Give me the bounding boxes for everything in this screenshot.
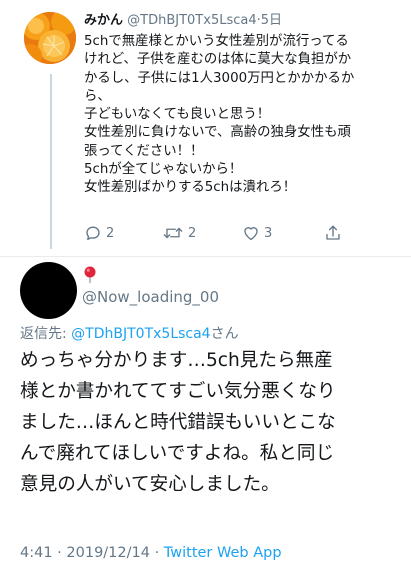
divider — [0, 256, 411, 257]
tweet-line: めっちゃ分かります…5ch見たら無産 — [20, 350, 333, 371]
tweet-line: 女性差別に負けないで、高齢の独身女性も頑 — [84, 125, 351, 141]
tweet-line: ました…ほんと時代錯誤もいいとこな — [20, 412, 336, 433]
tweet-line: 子どもいなくても良いと思う！ — [84, 107, 271, 123]
tweet-line: 張ってください！！ — [84, 143, 204, 159]
tweet-line: 5chが全てじゃないから！ — [84, 162, 243, 178]
reply-icon — [86, 226, 100, 241]
share-icon — [326, 225, 340, 240]
tweet-line: けれど、子供を産むのは体に莫大な負担がか — [84, 52, 352, 68]
reply-count: 2 — [106, 225, 115, 241]
display-name[interactable]: みかん — [84, 13, 123, 28]
reply-button[interactable]: 2 — [84, 222, 114, 244]
avatar-oranges-image — [24, 12, 76, 64]
tweet-timestamp[interactable]: 4:41 · 2019/12/14 · — [20, 545, 164, 561]
share-button[interactable] — [324, 222, 342, 244]
tweet-line: んで廃れてほしいですよね。私と同じ — [20, 443, 335, 464]
avatar[interactable] — [20, 262, 77, 319]
replying-to: 返信先: @TDhBJT0Tx5Lsca4さん — [20, 323, 239, 343]
pushpin-emoji-icon — [83, 266, 97, 284]
replying-suffix: さん — [210, 326, 239, 342]
tweet2-text: めっちゃ分かります…5ch見たら無産 様とか書かれててすごい気分悪くなり ました… — [20, 345, 400, 500]
tweet-line: ら、 — [84, 88, 111, 104]
tweet-line: かるし、子供には1人3000万円とかかかるか — [84, 70, 355, 86]
tweet-line: 様とか書かれててすごい気分悪くなり — [20, 381, 336, 402]
tweet1-header: みかん @TDhBJT0Tx5Lsca4·5日 — [84, 12, 282, 30]
replying-to-handle-link[interactable]: @TDhBJT0Tx5Lsca4 — [71, 326, 210, 342]
retweet-button[interactable]: 2 — [162, 222, 196, 244]
thread-line — [50, 74, 52, 249]
tweet1-actions: 2 2 3 — [84, 222, 354, 244]
tweet-line: 女性差別ばかりする5chは潰れろ！ — [84, 180, 297, 196]
tweet-time[interactable]: 5日 — [261, 13, 282, 28]
like-button[interactable]: 3 — [242, 222, 272, 244]
like-count: 3 — [264, 225, 273, 241]
retweet-icon — [163, 227, 183, 239]
user-handle[interactable]: @TDhBJT0Tx5Lsca4 — [127, 13, 256, 28]
user-handle[interactable]: @Now_loading_00 — [82, 288, 219, 306]
tweet-line: 意見の人がいて安心しました。 — [20, 474, 280, 495]
source-app-link[interactable]: Twitter Web App — [164, 545, 282, 561]
replying-prefix: 返信先: — [20, 326, 72, 342]
tweet-footer: 4:41 · 2019/12/14 · Twitter Web App — [20, 545, 282, 561]
tweet1-text: 5chで無産様とかいう女性差別が流行ってる けれど、子供を産むのは体に莫大な負担… — [84, 33, 396, 198]
avatar[interactable] — [24, 12, 76, 64]
retweet-count: 2 — [188, 225, 197, 241]
tweet-line: 5chで無産様とかいう女性差別が流行ってる — [84, 34, 349, 49]
like-icon — [244, 227, 258, 241]
